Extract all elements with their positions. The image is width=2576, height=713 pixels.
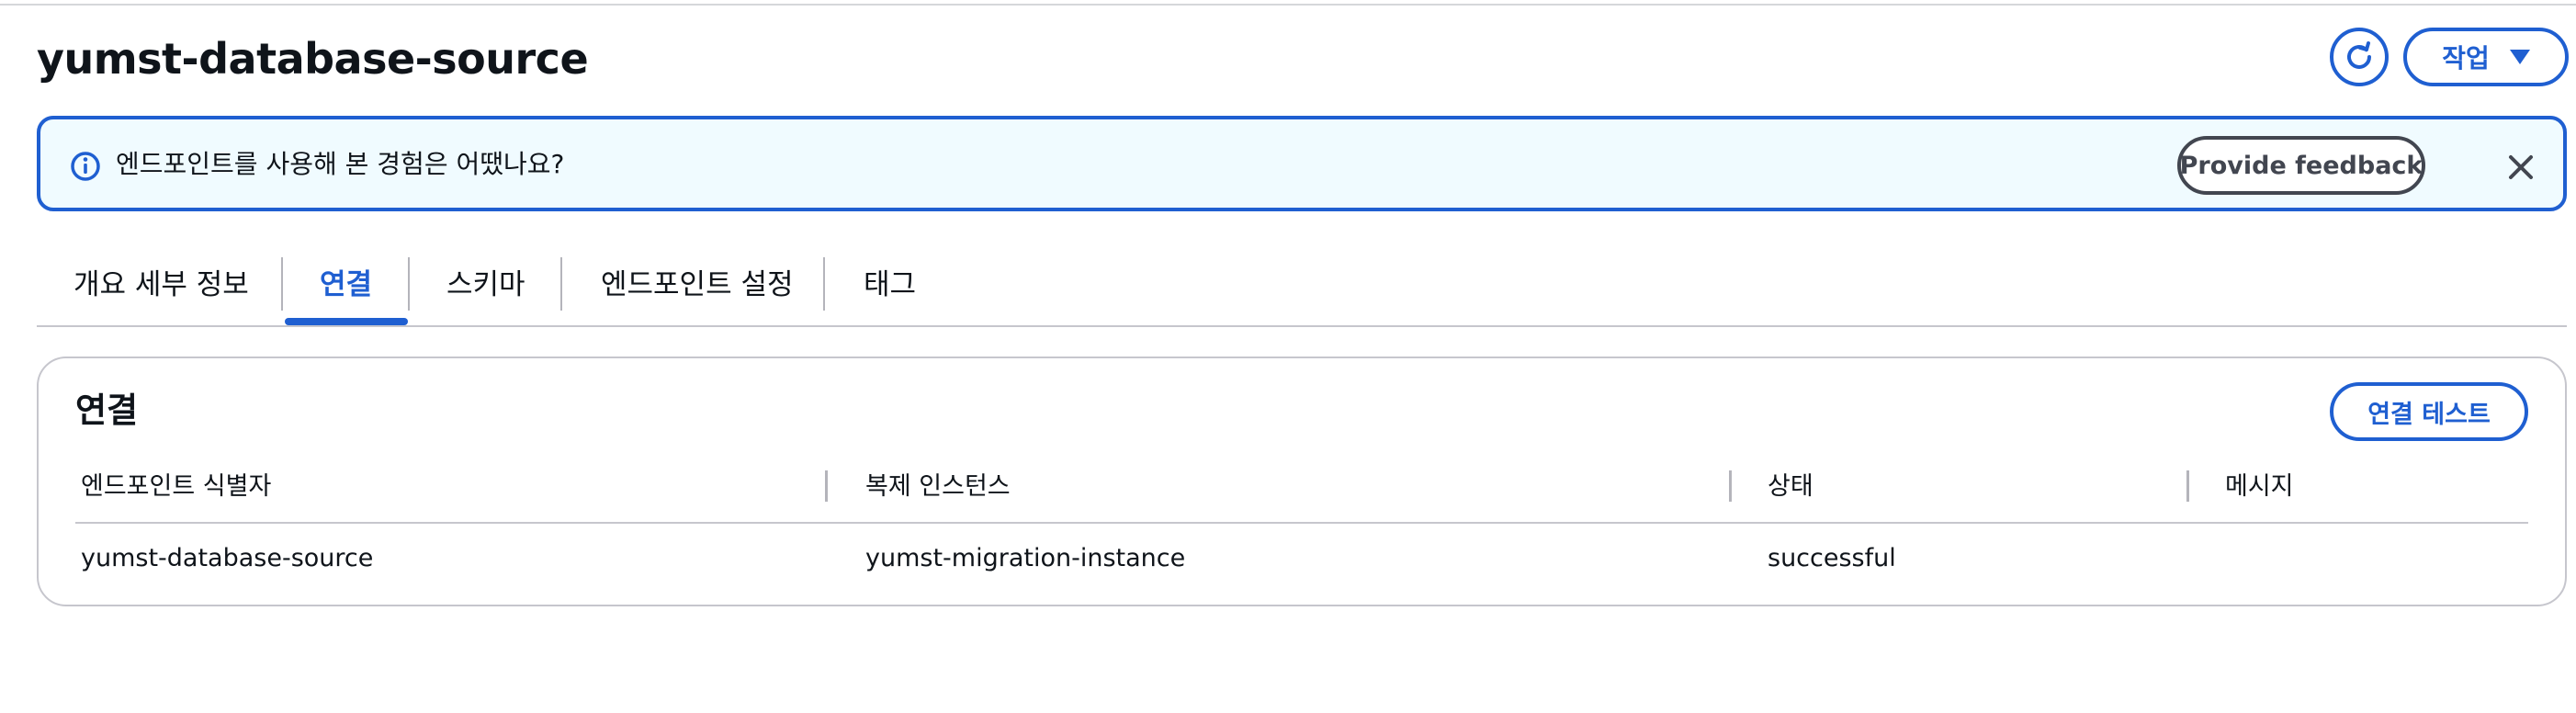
tab-endpoint-settings[interactable]: 엔드포인트 설정	[601, 266, 794, 303]
connections-title: 연결	[75, 390, 139, 430]
feedback-flashbar: 엔드포인트를 사용해 본 경험은 어땠나요? Provide feedback	[37, 116, 2567, 211]
tab-list: 개요 세부 정보 연결 스키마 엔드포인트 설정 태그	[37, 254, 2567, 327]
refresh-button[interactable]	[2330, 28, 2389, 86]
actions-label: 작업	[2442, 43, 2490, 74]
page-title: yumst-database-source	[37, 34, 589, 84]
column-resizer[interactable]	[825, 470, 828, 502]
tab-schema[interactable]: 스키마	[446, 266, 525, 303]
column-header-endpoint-id[interactable]: 엔드포인트 식별자	[81, 470, 271, 504]
tab-separator	[281, 257, 283, 311]
column-resizer[interactable]	[2186, 470, 2189, 502]
column-header-message[interactable]: 메시지	[2225, 470, 2294, 504]
refresh-icon	[2347, 41, 2371, 69]
tab-overview-details[interactable]: 개요 세부 정보	[73, 266, 249, 303]
column-resizer[interactable]	[1729, 470, 1732, 502]
caret-down-icon	[2509, 50, 2530, 64]
cell-status: successful	[1768, 544, 1896, 572]
tab-separator	[560, 257, 562, 311]
flash-message: 엔드포인트를 사용해 본 경험은 어땠나요?	[116, 149, 565, 179]
close-icon	[2509, 155, 2533, 179]
active-tab-indicator	[285, 318, 408, 325]
top-divider	[0, 4, 2576, 6]
dismiss-button[interactable]	[2499, 145, 2543, 189]
cell-endpoint-id: yumst-database-source	[81, 544, 374, 572]
tab-separator	[408, 257, 410, 311]
tab-connections[interactable]: 연결	[320, 266, 372, 303]
column-header-status[interactable]: 상태	[1768, 470, 1813, 504]
provide-feedback-button[interactable]: Provide feedback	[2177, 136, 2425, 195]
info-icon	[71, 152, 100, 181]
test-connection-button[interactable]: 연결 테스트	[2330, 382, 2528, 441]
cell-replication-instance: yumst-migration-instance	[865, 544, 1186, 572]
tab-separator	[823, 257, 825, 311]
actions-dropdown-button[interactable]: 작업	[2403, 28, 2569, 86]
table-header-divider	[75, 522, 2528, 524]
column-header-replication-instance[interactable]: 복제 인스턴스	[865, 470, 1011, 504]
tabs-divider	[37, 325, 2567, 327]
connections-container: 연결 연결 테스트 엔드포인트 식별자 복제 인스턴스 상태 메시지 yumst…	[37, 356, 2567, 606]
tab-tags[interactable]: 태그	[864, 266, 916, 303]
